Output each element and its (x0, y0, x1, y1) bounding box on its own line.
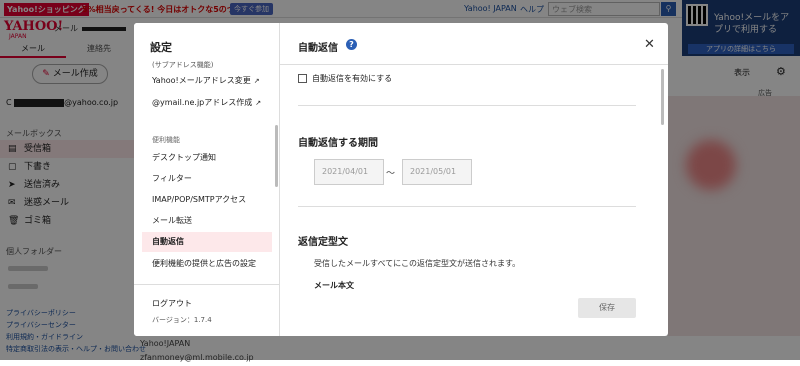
mail-body-label: メール本文 (314, 281, 354, 290)
settings-item-label: Yahoo!メールアドレス変更 (152, 76, 251, 85)
sidebar-divider (134, 284, 280, 285)
settings-item-ads-settings[interactable]: 便利機能の提供と広告の設定 (142, 254, 272, 274)
settings-item-desktop-notify[interactable]: デスクトップ通知 (142, 148, 272, 168)
end-date-input[interactable]: 2021/05/01 (402, 159, 472, 185)
settings-item-filter[interactable]: フィルター (142, 169, 272, 189)
enable-auto-reply-checkbox[interactable]: 自動返信を有効にする (298, 73, 392, 84)
panel-scrollbar[interactable] (661, 69, 664, 125)
divider (298, 105, 636, 106)
divider (298, 206, 636, 207)
template-title: 返信定型文 (298, 237, 348, 248)
auto-reply-panel: 自動返信 ? ✕ 自動返信を有効にする 自動返信する期間 2021/04/01 … (280, 23, 668, 336)
period-title: 自動返信する期間 (298, 138, 378, 149)
template-description: 受信したメールすべてにこの返信定型文が送信されます。 (314, 259, 521, 268)
settings-item-change-address[interactable]: Yahoo!メールアドレス変更 ↗ (142, 71, 272, 91)
panel-header: 自動返信 ? ✕ (280, 23, 668, 65)
checkbox-icon[interactable] (298, 74, 307, 83)
help-icon[interactable]: ? (346, 39, 357, 50)
external-link-icon: ↗ (253, 77, 260, 85)
sidebar-scrollbar[interactable] (275, 125, 278, 187)
panel-title: 自動返信 (298, 43, 338, 54)
settings-section-label: 便利機能 (152, 136, 180, 144)
logout-link[interactable]: ログアウト (152, 298, 192, 309)
settings-item-forward[interactable]: メール転送 (142, 211, 272, 231)
version-text: バージョン：1.7.4 (152, 316, 212, 324)
settings-sidebar: 設定 (サブアドレス機能) Yahoo!メールアドレス変更 ↗ @ymail.ne… (134, 23, 280, 336)
start-date-input[interactable]: 2021/04/01 (314, 159, 384, 185)
settings-item-label: @ymail.ne.jpアドレス作成 (152, 98, 253, 107)
save-button[interactable]: 保存 (578, 298, 636, 318)
external-link-icon: ↗ (255, 99, 262, 107)
settings-title: 設定 (150, 41, 172, 54)
settings-item-ymail[interactable]: @ymail.ne.jpアドレス作成 ↗ (142, 93, 272, 113)
settings-modal: 設定 (サブアドレス機能) Yahoo!メールアドレス変更 ↗ @ymail.ne… (134, 23, 668, 336)
settings-item-imap[interactable]: IMAP/POP/SMTPアクセス (142, 190, 272, 210)
settings-item-subaddress[interactable]: (サブアドレス機能) (142, 59, 272, 71)
settings-item-auto-reply[interactable]: 自動返信 (142, 232, 272, 252)
enable-auto-reply-label: 自動返信を有効にする (312, 74, 393, 83)
date-range-separator: ～ (386, 169, 396, 179)
close-icon[interactable]: ✕ (644, 37, 655, 52)
